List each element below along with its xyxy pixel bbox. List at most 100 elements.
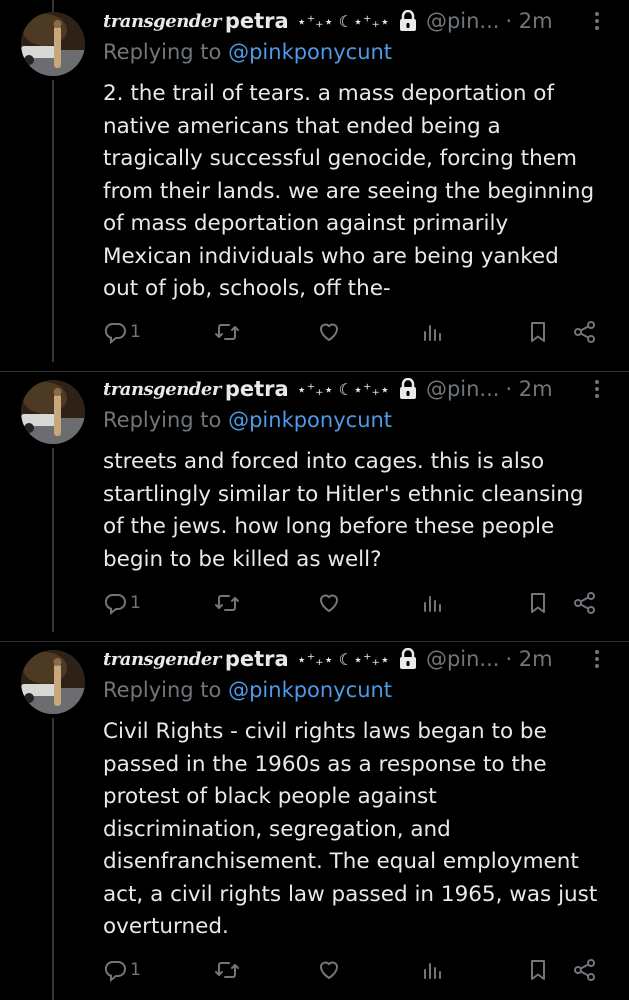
heart-icon — [320, 961, 338, 979]
timestamp[interactable]: · 2m — [505, 9, 552, 33]
share-icon — [574, 321, 595, 343]
tweet-text-line: out of job, schools, off the- — [103, 276, 391, 301]
share-icon — [574, 959, 595, 981]
tweet-2[interactable]: transgender petra ⋆⁺₊⋆ ☾⋆⁺₊⋆ @pin... · 2… — [0, 372, 629, 642]
bookmark-icon — [531, 593, 545, 613]
reply-button[interactable]: 1 — [103, 318, 141, 346]
tweet-text-line: streets and forced into cages. this is a… — [103, 449, 545, 474]
more-icon[interactable] — [587, 10, 607, 32]
retweet-icon — [215, 595, 239, 611]
retweet-button[interactable] — [214, 956, 240, 984]
name-decoration: ⋆⁺₊⋆ ☾⋆⁺₊⋆ — [296, 379, 390, 399]
mention-link[interactable]: @pinkponycunt — [228, 40, 392, 64]
like-button[interactable] — [317, 318, 341, 346]
action-bar: 1 — [103, 318, 603, 346]
more-icon[interactable] — [587, 648, 607, 670]
tweet-text-line: Civil Rights - civil rights laws began t… — [103, 719, 547, 744]
share-button[interactable] — [572, 589, 598, 617]
bookmark-button[interactable] — [526, 589, 550, 617]
avatar[interactable] — [21, 380, 85, 444]
heart-icon — [320, 323, 338, 341]
tweet-1[interactable]: transgender petra ⋆⁺₊⋆ ☾⋆⁺₊⋆ @pin... · 2… — [0, 0, 629, 372]
tweet-header: transgender petra ⋆⁺₊⋆ ☾⋆⁺₊⋆ @pin... · 2… — [103, 6, 607, 36]
views-button[interactable] — [420, 589, 444, 617]
display-name[interactable]: petra — [225, 377, 289, 401]
heart-icon — [320, 594, 338, 612]
tweet-text-line: startlingly similar to Hitler's ethnic c… — [103, 481, 584, 507]
lock-icon — [398, 647, 418, 670]
replying-to: Replying to @pinkponycunt — [103, 408, 392, 432]
tweet-header: transgender petra ⋆⁺₊⋆ ☾⋆⁺₊⋆ @pin... · 2… — [103, 374, 607, 404]
avatar[interactable] — [21, 650, 85, 714]
tweet-text-line: discrimination, segregation, and — [103, 816, 451, 842]
lock-icon — [398, 377, 418, 400]
bookmark-button[interactable] — [526, 956, 550, 984]
bookmark-button[interactable] — [526, 318, 550, 346]
user-handle[interactable]: @pin... — [426, 647, 500, 671]
reply-count: 1 — [130, 593, 141, 613]
replying-to-label: Replying to — [103, 40, 222, 64]
like-button[interactable] — [317, 589, 341, 617]
mention-link[interactable]: @pinkponycunt — [228, 678, 392, 702]
tweet-text-line: passed in the 1960s as a response to the — [103, 751, 547, 777]
display-name-fancy[interactable]: transgender — [103, 11, 221, 32]
tweet-text-line: disenfranchisement. The equal employment — [103, 849, 579, 874]
retweet-button[interactable] — [214, 318, 240, 346]
replying-to-label: Replying to — [103, 678, 222, 702]
tweet-text: Civil Rights - civil rights laws began t… — [103, 716, 613, 944]
tweet-text-line: overturned. — [103, 914, 229, 939]
views-button[interactable] — [420, 318, 444, 346]
retweet-icon — [215, 962, 239, 978]
action-bar: 1 — [103, 589, 603, 617]
timestamp[interactable]: · 2m — [505, 647, 552, 671]
tweet-text-line: of the jews. how long before these peopl… — [103, 514, 555, 539]
mention-link[interactable]: @pinkponycunt — [228, 408, 392, 432]
reply-count: 1 — [130, 960, 141, 980]
bookmark-icon — [531, 322, 545, 342]
share-button[interactable] — [572, 956, 598, 984]
views-icon — [424, 963, 441, 979]
tweet-text-line: native americans that ended being a — [103, 113, 501, 139]
action-bar: 1 — [103, 956, 603, 984]
more-icon[interactable] — [587, 378, 607, 400]
tweet-text: 2. the trail of tears. a mass deportatio… — [103, 78, 613, 306]
name-decoration: ⋆⁺₊⋆ ☾⋆⁺₊⋆ — [296, 649, 390, 669]
user-handle[interactable]: @pin... — [426, 9, 500, 33]
tweet-3[interactable]: transgender petra ⋆⁺₊⋆ ☾⋆⁺₊⋆ @pin... · 2… — [0, 642, 629, 1000]
display-name[interactable]: petra — [225, 9, 289, 33]
like-button[interactable] — [317, 956, 341, 984]
tweet-text-line: 2. the trail of tears. a mass deportatio… — [103, 81, 555, 106]
replying-to-label: Replying to — [103, 408, 222, 432]
share-icon — [574, 592, 595, 614]
reply-count: 1 — [130, 322, 141, 342]
replying-to: Replying to @pinkponycunt — [103, 40, 392, 64]
user-handle[interactable]: @pin... — [426, 377, 500, 401]
tweet-header: transgender petra ⋆⁺₊⋆ ☾⋆⁺₊⋆ @pin... · 2… — [103, 644, 607, 674]
views-icon — [424, 325, 441, 341]
reply-icon — [104, 323, 126, 344]
bookmark-icon — [531, 960, 545, 980]
tweet-text-line: of mass deportation against primarily — [103, 211, 509, 236]
reply-button[interactable]: 1 — [103, 956, 141, 984]
retweet-icon — [215, 324, 239, 340]
lock-icon — [398, 9, 418, 32]
tweet-text-line: Mexican individuals who are being yanked — [103, 243, 559, 269]
display-name-fancy[interactable]: transgender — [103, 379, 221, 400]
tweet-text: streets and forced into cages. this is a… — [103, 446, 613, 576]
avatar[interactable] — [21, 12, 85, 76]
views-button[interactable] — [420, 956, 444, 984]
reply-button[interactable]: 1 — [103, 589, 141, 617]
display-name[interactable]: petra — [225, 647, 289, 671]
replying-to: Replying to @pinkponycunt — [103, 678, 392, 702]
retweet-button[interactable] — [214, 589, 240, 617]
tweet-text-line: protest of black people against — [103, 784, 437, 809]
share-button[interactable] — [572, 318, 598, 346]
display-name-fancy[interactable]: transgender — [103, 649, 221, 670]
timestamp[interactable]: · 2m — [505, 377, 552, 401]
reply-icon — [104, 961, 126, 982]
tweet-text-line: tragically successful genocide, forcing … — [103, 146, 577, 171]
tweet-text-line: act, a civil rights law passed in 1965, … — [103, 881, 598, 907]
views-icon — [424, 596, 441, 612]
tweet-text-line: from their lands. we are seeing the begi… — [103, 178, 595, 204]
name-decoration: ⋆⁺₊⋆ ☾⋆⁺₊⋆ — [296, 11, 390, 31]
